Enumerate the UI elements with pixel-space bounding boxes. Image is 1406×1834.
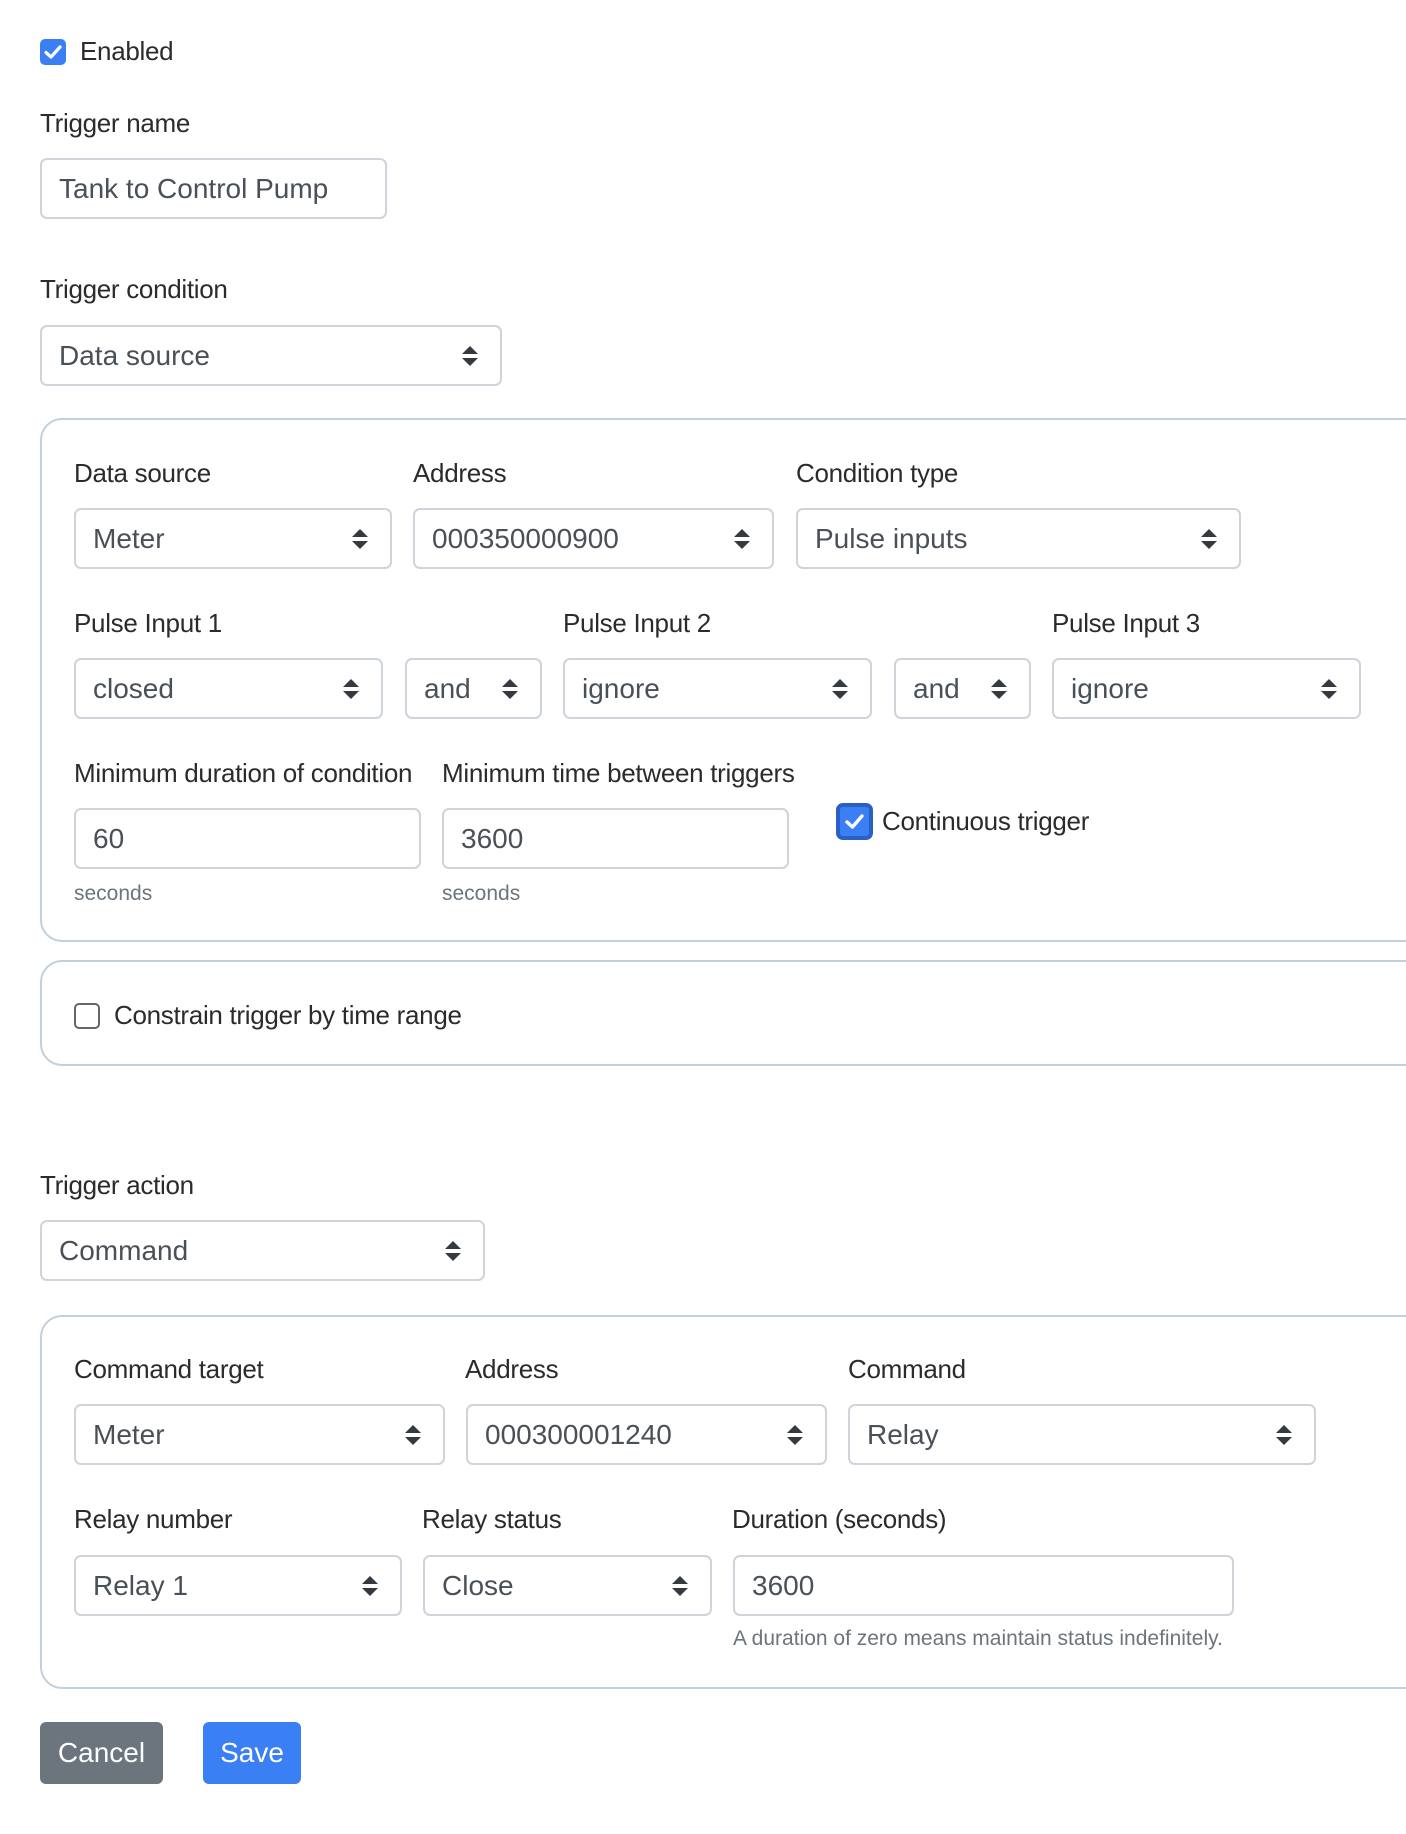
operator-1-select[interactable]: and — [405, 658, 542, 719]
select-arrows-icon — [343, 679, 359, 699]
duration-help-text: A duration of zero means maintain status… — [733, 1627, 1223, 1651]
address-value: 000350000900 — [432, 510, 619, 567]
checkmark-icon — [840, 807, 869, 836]
pulse-input-1-label: Pulse Input 1 — [74, 608, 222, 638]
continuous-trigger-label: Continuous trigger — [882, 806, 1089, 836]
min-time-between-input[interactable]: 3600 — [442, 808, 789, 869]
continuous-trigger-checkbox[interactable] — [836, 803, 873, 840]
select-arrows-icon — [462, 346, 478, 366]
checkmark-icon — [40, 39, 66, 65]
select-arrows-icon — [1201, 529, 1217, 549]
enabled-checkbox[interactable] — [40, 39, 66, 65]
trigger-condition-value: Data source — [59, 327, 210, 384]
enabled-label: Enabled — [80, 36, 173, 66]
relay-status-label: Relay status — [422, 1504, 561, 1534]
min-duration-value: 60 — [93, 810, 124, 867]
min-duration-unit: seconds — [74, 882, 152, 906]
address-select[interactable]: 000350000900 — [413, 508, 774, 569]
trigger-action-select[interactable]: Command — [40, 1220, 485, 1281]
min-duration-label: Minimum duration of condition — [74, 758, 412, 788]
condition-type-label: Condition type — [796, 458, 958, 488]
command-label: Command — [848, 1354, 966, 1384]
duration-value: 3600 — [752, 1557, 814, 1614]
pulse-input-3-value: ignore — [1071, 660, 1149, 717]
min-time-between-label: Minimum time between triggers — [442, 758, 795, 788]
select-arrows-icon — [734, 529, 750, 549]
select-arrows-icon — [405, 1425, 421, 1445]
pulse-input-2-label: Pulse Input 2 — [563, 608, 711, 638]
select-arrows-icon — [787, 1425, 803, 1445]
condition-type-select[interactable]: Pulse inputs — [796, 508, 1241, 569]
cancel-button[interactable]: Cancel — [40, 1722, 163, 1784]
command-select[interactable]: Relay — [848, 1404, 1316, 1465]
pulse-input-1-select[interactable]: closed — [74, 658, 383, 719]
select-arrows-icon — [502, 679, 518, 699]
trigger-condition-select[interactable]: Data source — [40, 325, 502, 386]
select-arrows-icon — [1321, 679, 1337, 699]
pulse-input-1-value: closed — [93, 660, 174, 717]
data-source-select[interactable]: Meter — [74, 508, 392, 569]
data-source-label: Data source — [74, 458, 211, 488]
relay-number-value: Relay 1 — [93, 1557, 188, 1614]
trigger-name-value: Tank to Control Pump — [59, 160, 328, 217]
min-duration-input[interactable]: 60 — [74, 808, 421, 869]
command-address-select[interactable]: 000300001240 — [466, 1404, 827, 1465]
command-address-value: 000300001240 — [485, 1406, 672, 1463]
pulse-input-2-select[interactable]: ignore — [563, 658, 872, 719]
select-arrows-icon — [991, 679, 1007, 699]
time-range-label: Constrain trigger by time range — [114, 1000, 462, 1030]
relay-status-value: Close — [442, 1557, 514, 1614]
pulse-input-2-value: ignore — [582, 660, 660, 717]
trigger-action-value: Command — [59, 1222, 188, 1279]
pulse-input-3-label: Pulse Input 3 — [1052, 608, 1200, 638]
duration-input[interactable]: 3600 — [733, 1555, 1234, 1616]
select-arrows-icon — [1276, 1425, 1292, 1445]
operator-2-select[interactable]: and — [894, 658, 1031, 719]
time-range-checkbox[interactable] — [74, 1003, 100, 1029]
select-arrows-icon — [352, 529, 368, 549]
address-label: Address — [413, 458, 506, 488]
condition-type-value: Pulse inputs — [815, 510, 968, 567]
relay-number-select[interactable]: Relay 1 — [74, 1555, 402, 1616]
command-target-label: Command target — [74, 1354, 263, 1384]
operator-1-value: and — [424, 660, 471, 717]
command-value: Relay — [867, 1406, 939, 1463]
trigger-name-input[interactable]: Tank to Control Pump — [40, 158, 387, 219]
save-button[interactable]: Save — [203, 1722, 301, 1784]
select-arrows-icon — [672, 1576, 688, 1596]
duration-label: Duration (seconds) — [732, 1504, 946, 1534]
select-arrows-icon — [445, 1241, 461, 1261]
relay-number-label: Relay number — [74, 1504, 232, 1534]
trigger-condition-label: Trigger condition — [40, 274, 228, 304]
min-time-between-unit: seconds — [442, 882, 520, 906]
relay-status-select[interactable]: Close — [423, 1555, 712, 1616]
trigger-action-label: Trigger action — [40, 1170, 194, 1200]
select-arrows-icon — [362, 1576, 378, 1596]
command-address-label: Address — [465, 1354, 558, 1384]
trigger-name-label: Trigger name — [40, 108, 190, 138]
data-source-value: Meter — [93, 510, 165, 567]
min-time-between-value: 3600 — [461, 810, 523, 867]
select-arrows-icon — [832, 679, 848, 699]
operator-2-value: and — [913, 660, 960, 717]
command-target-value: Meter — [93, 1406, 165, 1463]
command-target-select[interactable]: Meter — [74, 1404, 445, 1465]
pulse-input-3-select[interactable]: ignore — [1052, 658, 1361, 719]
